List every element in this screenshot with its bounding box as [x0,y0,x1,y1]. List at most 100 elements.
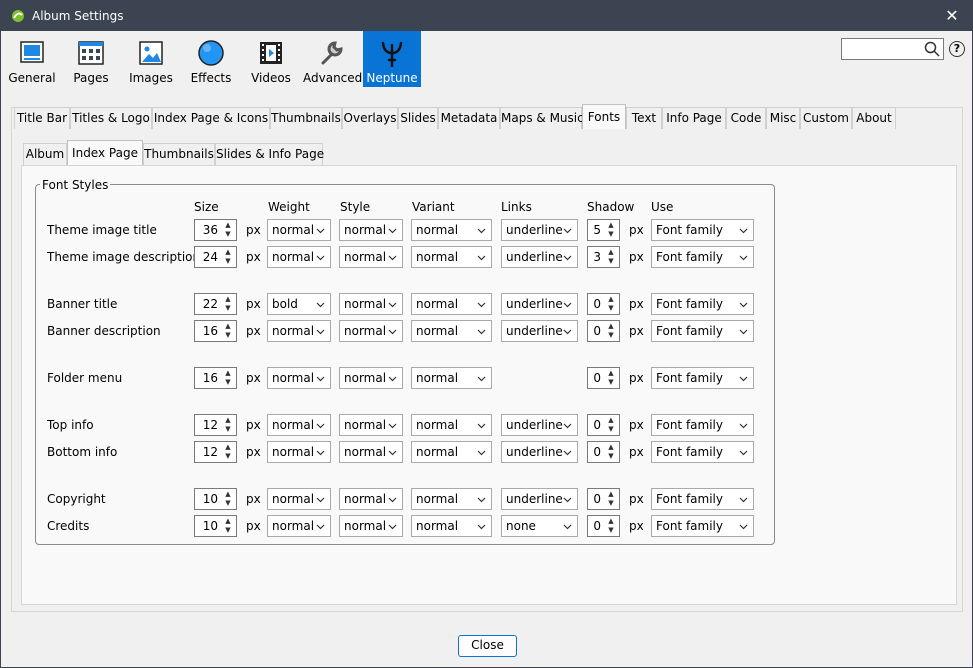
tab-misc[interactable]: Misc [766,107,800,129]
toolbar-neptune[interactable]: Neptune [363,31,421,87]
shadow-spinner[interactable]: 0 ▲ ▼ [587,515,620,537]
style-select[interactable]: normal [339,488,403,510]
use-select[interactable]: Font family [651,320,754,342]
subtab-thumbnails[interactable]: Thumbnails [143,143,215,165]
size-spinner[interactable]: 22 ▲ ▼ [194,293,237,315]
variant-select[interactable]: normal [411,488,492,510]
spinner-arrows-icon[interactable]: ▲ ▼ [221,369,235,387]
use-select[interactable]: Font family [651,367,754,389]
style-select[interactable]: normal [339,246,403,268]
size-spinner[interactable]: 10 ▲ ▼ [194,488,237,510]
tab-code[interactable]: Code [726,107,766,129]
use-select[interactable]: Font family [651,515,754,537]
shadow-spinner[interactable]: 0 ▲ ▼ [587,414,620,436]
links-select[interactable]: underline [501,414,578,436]
use-select[interactable]: Font family [651,246,754,268]
spinner-arrows-icon[interactable]: ▲ ▼ [221,490,235,508]
search-input[interactable] [841,38,944,60]
tab-about[interactable]: About [852,107,896,129]
use-select[interactable]: Font family [651,441,754,463]
tab-info-page[interactable]: Info Page [662,107,726,129]
weight-select[interactable]: normal [267,219,331,241]
shadow-spinner[interactable]: 0 ▲ ▼ [587,293,620,315]
toolbar-videos[interactable]: Videos [245,31,297,87]
weight-select[interactable]: bold [267,293,331,315]
style-select[interactable]: normal [339,367,403,389]
style-select[interactable]: normal [339,219,403,241]
shadow-spinner[interactable]: 3 ▲ ▼ [587,246,620,268]
spinner-arrows-icon[interactable]: ▲ ▼ [604,443,618,461]
tab-titles-logo[interactable]: Titles & Logo [70,107,152,129]
tab-text[interactable]: Text [626,107,662,129]
spinner-arrows-icon[interactable]: ▲ ▼ [221,416,235,434]
variant-select[interactable]: normal [411,515,492,537]
spinner-arrows-icon[interactable]: ▲ ▼ [604,322,618,340]
tab-thumbnails[interactable]: Thumbnails [270,107,342,129]
weight-select[interactable]: normal [267,488,331,510]
size-spinner[interactable]: 24 ▲ ▼ [194,246,237,268]
use-select[interactable]: Font family [651,219,754,241]
close-icon[interactable]: ✕ [942,6,962,25]
subtab-album[interactable]: Album [23,143,67,165]
toolbar-pages[interactable]: Pages [65,31,117,87]
style-select[interactable]: normal [339,320,403,342]
links-select[interactable]: underline [501,441,578,463]
spinner-arrows-icon[interactable]: ▲ ▼ [604,416,618,434]
shadow-spinner[interactable]: 0 ▲ ▼ [587,488,620,510]
variant-select[interactable]: normal [411,367,492,389]
subtab-slides-info-page[interactable]: Slides & Info Page [215,143,324,165]
style-select[interactable]: normal [339,414,403,436]
spinner-arrows-icon[interactable]: ▲ ▼ [221,221,235,239]
spinner-arrows-icon[interactable]: ▲ ▼ [604,369,618,387]
weight-select[interactable]: normal [267,320,331,342]
style-select[interactable]: normal [339,441,403,463]
shadow-spinner[interactable]: 5 ▲ ▼ [587,219,620,241]
variant-select[interactable]: normal [411,219,492,241]
spinner-arrows-icon[interactable]: ▲ ▼ [604,221,618,239]
toolbar-effects[interactable]: Effects [185,31,237,87]
toolbar-general[interactable]: General [5,31,59,87]
tab-slides[interactable]: Slides [398,107,438,129]
variant-select[interactable]: normal [411,320,492,342]
links-select[interactable]: underline [501,246,578,268]
links-select[interactable]: underline [501,320,578,342]
size-spinner[interactable]: 12 ▲ ▼ [194,414,237,436]
size-spinner[interactable]: 16 ▲ ▼ [194,320,237,342]
use-select[interactable]: Font family [651,414,754,436]
spinner-arrows-icon[interactable]: ▲ ▼ [604,295,618,313]
toolbar-images[interactable]: Images [125,31,177,87]
tab-overlays[interactable]: Overlays [342,107,398,129]
spinner-arrows-icon[interactable]: ▲ ▼ [221,517,235,535]
use-select[interactable]: Font family [651,293,754,315]
size-spinner[interactable]: 16 ▲ ▼ [194,367,237,389]
shadow-spinner[interactable]: 0 ▲ ▼ [587,367,620,389]
weight-select[interactable]: normal [267,367,331,389]
spinner-arrows-icon[interactable]: ▲ ▼ [221,295,235,313]
links-select[interactable]: underline [501,293,578,315]
variant-select[interactable]: normal [411,441,492,463]
size-spinner[interactable]: 10 ▲ ▼ [194,515,237,537]
variant-select[interactable]: normal [411,414,492,436]
tab-index-page-icons[interactable]: Index Page & Icons [152,107,270,129]
shadow-spinner[interactable]: 0 ▲ ▼ [587,441,620,463]
weight-select[interactable]: normal [267,515,331,537]
links-select[interactable]: underline [501,488,578,510]
tab-fonts[interactable]: Fonts [582,104,626,129]
close-button[interactable]: Close [458,635,517,657]
variant-select[interactable]: normal [411,293,492,315]
spinner-arrows-icon[interactable]: ▲ ▼ [604,490,618,508]
size-spinner[interactable]: 36 ▲ ▼ [194,219,237,241]
spinner-arrows-icon[interactable]: ▲ ▼ [221,248,235,266]
spinner-arrows-icon[interactable]: ▲ ▼ [221,443,235,461]
tab-title-bar[interactable]: Title Bar [14,107,70,129]
links-select[interactable]: underline [501,219,578,241]
weight-select[interactable]: normal [267,441,331,463]
tab-maps-music[interactable]: Maps & Music [500,107,584,129]
style-select[interactable]: normal [339,293,403,315]
size-spinner[interactable]: 12 ▲ ▼ [194,441,237,463]
shadow-spinner[interactable]: 0 ▲ ▼ [587,320,620,342]
spinner-arrows-icon[interactable]: ▲ ▼ [604,248,618,266]
tab-custom[interactable]: Custom [800,107,852,129]
subtab-index-page[interactable]: Index Page [67,140,143,165]
spinner-arrows-icon[interactable]: ▲ ▼ [604,517,618,535]
